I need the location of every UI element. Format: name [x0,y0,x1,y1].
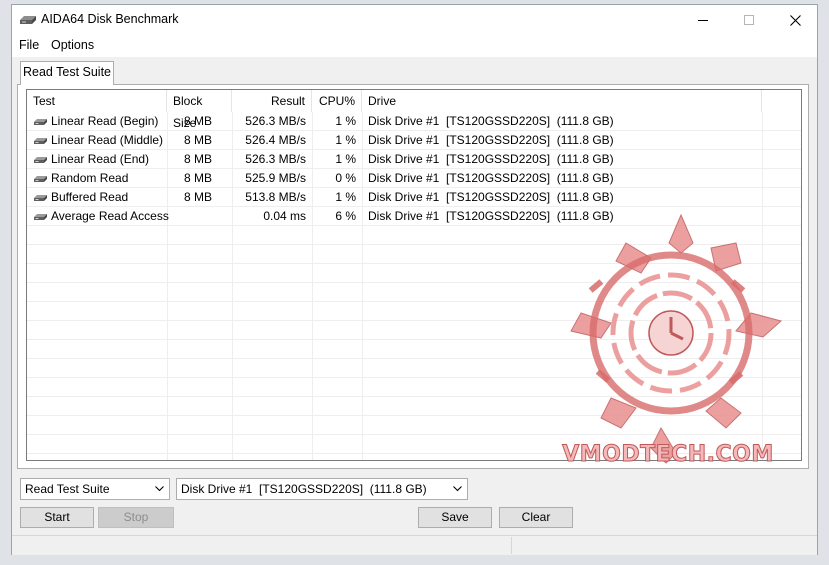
grid-line-horizontal [27,263,801,264]
column-header-test[interactable]: Test [27,90,167,112]
minimize-button[interactable] [680,5,726,35]
drive-select[interactable]: Disk Drive #1 [TS120GSSD220S] (111.8 GB) [176,478,468,500]
title-bar[interactable]: AIDA64 Disk Benchmark [12,5,817,35]
status-pane [512,537,817,554]
disk-drive-icon [34,175,47,182]
grid-line-horizontal [27,434,801,435]
cell-cpu: 1 % [335,190,356,204]
cell-cpu: 1 % [335,152,356,166]
status-bar [12,535,817,555]
menu-options[interactable]: Options [51,38,94,52]
cell-test: Buffered Read [33,188,167,207]
window-title: AIDA64 Disk Benchmark [41,12,179,26]
test-name: Random Read [51,171,129,185]
test-name: Buffered Read [51,190,129,204]
minimize-icon [698,20,708,21]
cell-drive: Disk Drive #1 [TS120GSSD220S] (111.8 GB) [368,114,614,128]
cell-drive: Disk Drive #1 [TS120GSSD220S] (111.8 GB) [368,152,614,166]
stop-button[interactable]: Stop [98,507,174,528]
cell-block-size: 8 MB [183,171,212,185]
cell-cpu: 1 % [335,114,356,128]
menu-file[interactable]: File [19,38,39,52]
grid-line-horizontal [27,244,801,245]
menu-bar: File Options [12,35,817,57]
cell-block-size: 8 MB [183,114,212,128]
disk-drive-icon [34,194,47,201]
cell-test: Linear Read (End) [33,150,167,169]
test-name: Average Read Access [51,209,169,223]
disk-drive-icon [34,213,47,220]
status-pane [12,537,512,554]
grid-line-horizontal [27,377,801,378]
cell-result: 0.04 ms [263,209,306,223]
disk-drive-icon [20,16,36,24]
test-name: Linear Read (Middle) [51,133,164,147]
grid-line-horizontal [27,339,801,340]
grid-line-horizontal [27,453,801,454]
cell-result: 526.4 MB/s [245,133,306,147]
cell-result: 513.8 MB/s [245,190,306,204]
benchmark-window: AIDA64 Disk Benchmark File Options Read … [11,4,818,555]
column-header-drive[interactable]: Drive [362,90,762,112]
cell-cpu: 0 % [335,171,356,185]
test-suite-select[interactable]: Read Test Suite [20,478,170,500]
chevron-down-icon [155,486,164,492]
tab-read-test-suite[interactable]: Read Test Suite [20,61,114,85]
tab-panel: Test Block Size Result CPU% Drive Linear… [17,84,809,469]
cell-drive: Disk Drive #1 [TS120GSSD220S] (111.8 GB) [368,209,614,223]
column-header-result[interactable]: Result [232,90,312,112]
table-row[interactable]: Linear Read (Middle) 8 MB 526.4 MB/s 1 % Dis… [27,131,801,150]
grid-line-horizontal [27,282,801,283]
table-row[interactable]: Linear Read (Begin) 8 MB 526.3 MB/s 1 % Disk… [27,112,801,131]
cell-block-size: 8 MB [183,152,212,166]
column-header-block-size[interactable]: Block Size [167,90,232,130]
grid-line-horizontal [27,415,801,416]
cell-block-size [167,207,212,226]
cell-result: 526.3 MB/s [245,152,306,166]
results-list[interactable]: Test Block Size Result CPU% Drive Linear… [26,89,802,461]
cell-result: 525.9 MB/s [245,171,306,185]
table-row[interactable]: Buffered Read 8 MB 513.8 MB/s 1 % Disk Drive… [27,188,801,207]
cell-result: 526.3 MB/s [245,114,306,128]
cell-cpu: 1 % [335,133,356,147]
cell-test: Linear Read (Begin) [33,112,167,131]
table-row[interactable]: Random Read 8 MB 525.9 MB/s 0 % Disk Drive #… [27,169,801,188]
cell-drive: Disk Drive #1 [TS120GSSD220S] (111.8 GB) [368,133,614,147]
test-suite-select-value: Read Test Suite [25,482,110,496]
cell-drive: Disk Drive #1 [TS120GSSD220S] (111.8 GB) [368,171,614,185]
drive-select-value: Disk Drive #1 [TS120GSSD220S] (111.8 GB) [181,482,427,496]
cell-test: Average Read Access [33,207,169,226]
start-button[interactable]: Start [20,507,94,528]
maximize-icon [744,15,754,25]
cell-drive: Disk Drive #1 [TS120GSSD220S] (111.8 GB) [368,190,614,204]
save-button[interactable]: Save [418,507,492,528]
table-row[interactable]: Linear Read (End) 8 MB 526.3 MB/s 1 % Disk D… [27,150,801,169]
cell-test: Linear Read (Middle) [33,131,167,150]
column-header-filler [762,90,801,112]
disk-drive-icon [34,118,47,125]
maximize-button[interactable] [726,5,772,35]
clear-button[interactable]: Clear [499,507,573,528]
test-name: Linear Read (End) [51,152,150,166]
grid-line-horizontal [27,396,801,397]
chevron-down-icon [453,486,462,492]
close-icon [789,14,801,26]
table-row[interactable]: Average Read Access 0.04 ms 6 % Disk Drive … [27,207,801,226]
test-name: Linear Read (Begin) [51,114,159,128]
disk-drive-icon [34,156,47,163]
disk-drive-icon [34,137,47,144]
grid-line-horizontal [27,301,801,302]
cell-block-size: 8 MB [183,133,212,147]
cell-block-size: 8 MB [183,190,212,204]
close-button[interactable] [772,5,818,35]
grid-line-horizontal [27,358,801,359]
cell-cpu: 6 % [335,209,356,223]
column-header-cpu[interactable]: CPU% [312,90,362,112]
grid-line-horizontal [27,320,801,321]
cell-test: Random Read [33,169,167,188]
